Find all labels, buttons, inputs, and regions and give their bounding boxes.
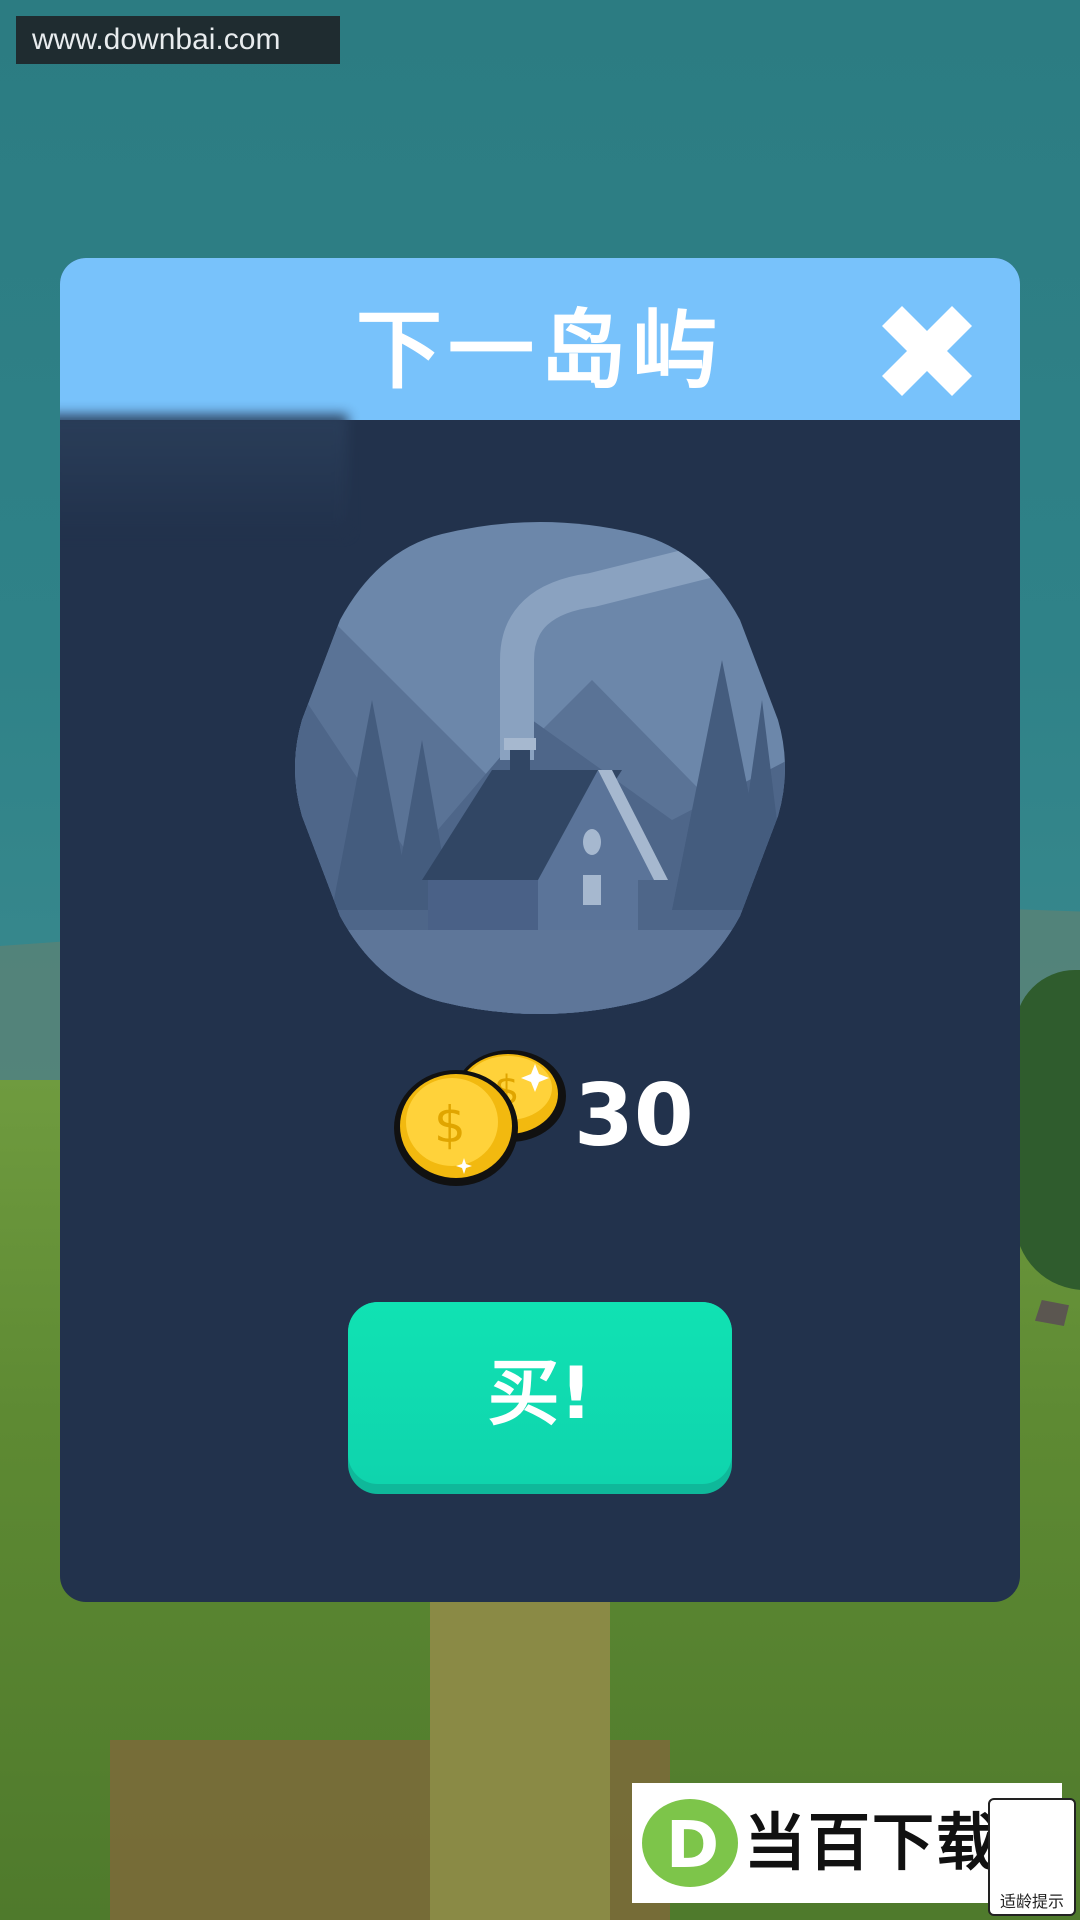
buy-button-label: 买! — [487, 1351, 593, 1435]
dirt-path — [430, 1560, 610, 1920]
next-island-dialog: 下一岛屿 $ $ 30 买! — [60, 258, 1020, 1602]
buy-button[interactable]: 买! — [348, 1302, 732, 1494]
gold-coins-icon: $ $ — [394, 1050, 566, 1186]
watermark-url: www.downbai.com — [16, 16, 340, 64]
price-row: $ $ 30 — [390, 1038, 710, 1188]
close-x-icon — [882, 306, 972, 396]
svg-text:$: $ — [434, 1096, 466, 1154]
age-rating-badge: 适龄提示 — [988, 1798, 1076, 1916]
blurred-area — [60, 414, 348, 534]
age-rating-text: 适龄提示 — [999, 1892, 1064, 1911]
price-value: 30 — [574, 1066, 694, 1166]
island-preview-image — [295, 522, 785, 1014]
brand-logo-icon: D — [642, 1799, 738, 1887]
close-button[interactable] — [868, 292, 986, 410]
svg-text:D: D — [666, 1809, 719, 1883]
watermark-brand-text: 当百下载 — [744, 1806, 1001, 1879]
tree — [1015, 970, 1080, 1290]
